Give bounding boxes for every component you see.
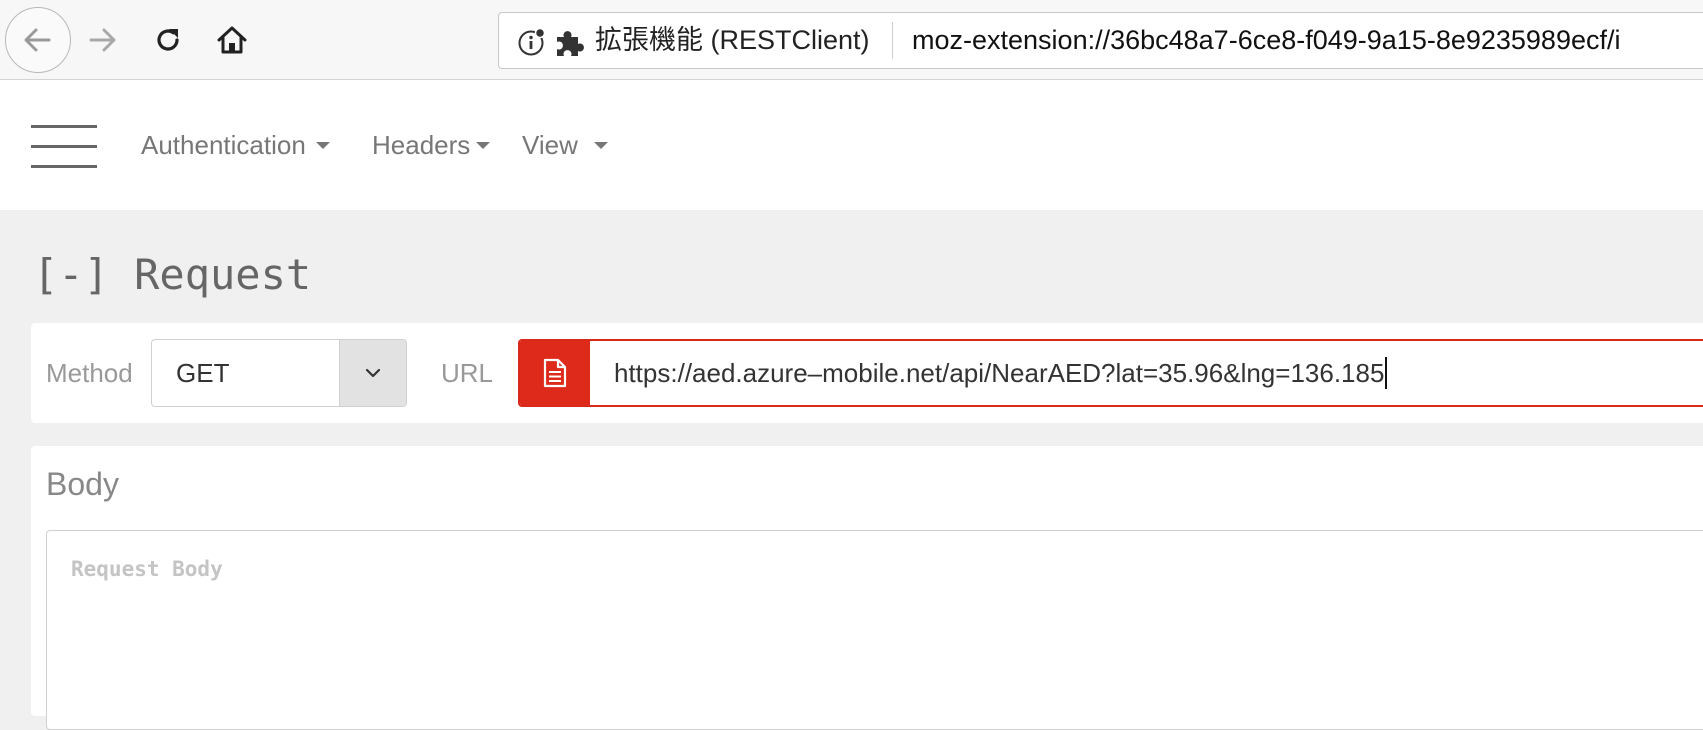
caret-down-icon xyxy=(315,141,330,149)
address-text[interactable]: moz-extension://36bc48a7-6ce8-f049-9a15-… xyxy=(912,13,1621,68)
forward-button[interactable] xyxy=(84,20,124,60)
headers-menu[interactable]: Headers xyxy=(372,80,491,210)
body-panel: Body Request Body xyxy=(31,446,1703,730)
authentication-menu-label: Authentication xyxy=(141,130,306,160)
url-input[interactable]: https://aed.azure–mobile.net/api/NearAED… xyxy=(614,341,1388,405)
caret-down-icon xyxy=(476,141,491,149)
request-body-textarea[interactable]: Request Body xyxy=(46,530,1703,730)
request-section-toggle[interactable]: [-] Request xyxy=(33,250,311,299)
view-menu[interactable]: View xyxy=(522,80,608,210)
hamburger-icon[interactable] xyxy=(31,125,97,168)
chevron-down-icon xyxy=(365,368,381,378)
back-button[interactable] xyxy=(5,7,71,73)
view-menu-label: View xyxy=(522,130,578,160)
info-icon[interactable] xyxy=(517,27,547,57)
home-button[interactable] xyxy=(212,20,252,60)
reload-icon xyxy=(157,29,179,51)
method-dropdown-toggle[interactable] xyxy=(339,340,406,406)
text-cursor xyxy=(1385,357,1388,390)
caret-down-icon xyxy=(593,141,608,149)
body-title: Body xyxy=(46,466,119,502)
authentication-menu[interactable]: Authentication xyxy=(141,80,330,210)
method-select[interactable]: GET xyxy=(151,339,407,407)
method-value: GET xyxy=(176,358,230,388)
arrow-left-icon xyxy=(24,28,51,52)
url-input-text: https://aed.azure–mobile.net/api/NearAED… xyxy=(614,358,1385,388)
extension-identity-label[interactable]: 拡張機能 (RESTClient) xyxy=(595,13,870,68)
method-label: Method xyxy=(46,358,133,388)
app-navbar: Authentication Headers View xyxy=(0,80,1703,210)
url-input-group: https://aed.azure–mobile.net/api/NearAED… xyxy=(518,339,1703,407)
arrow-right-icon xyxy=(89,28,116,52)
puzzle-icon xyxy=(557,31,584,56)
browser-toolbar: 拡張機能 (RESTClient) moz-extension://36bc48… xyxy=(0,0,1703,80)
request-body-placeholder: Request Body xyxy=(71,557,223,581)
url-label: URL xyxy=(441,358,494,388)
document-icon xyxy=(543,358,567,388)
url-file-button[interactable] xyxy=(520,341,590,405)
address-bar[interactable]: 拡張機能 (RESTClient) moz-extension://36bc48… xyxy=(498,12,1703,69)
reload-button[interactable] xyxy=(148,20,188,60)
home-icon xyxy=(217,26,247,54)
request-panel: Method GET URL https://aed.azure–mobile.… xyxy=(31,323,1703,423)
headers-menu-label: Headers xyxy=(372,130,471,160)
address-divider xyxy=(892,22,893,59)
